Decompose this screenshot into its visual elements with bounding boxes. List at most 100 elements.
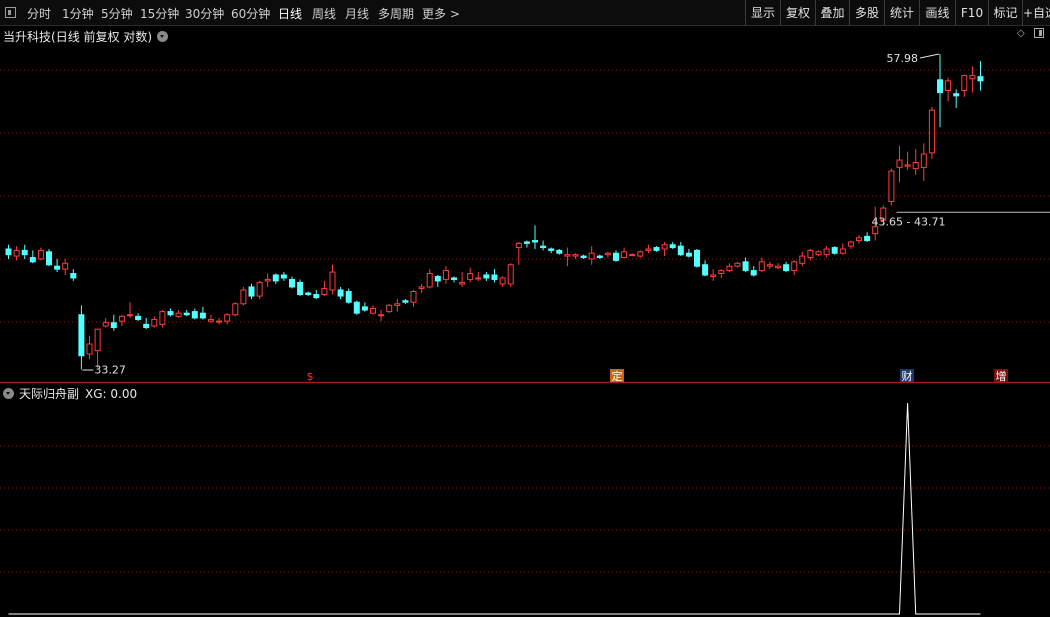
candle-body bbox=[823, 248, 830, 256]
candle-body bbox=[588, 252, 595, 260]
candle-body bbox=[264, 278, 271, 282]
candle-body bbox=[410, 290, 417, 303]
candle-body bbox=[394, 303, 401, 306]
candle-body bbox=[572, 254, 579, 257]
range-label: 43.65 - 43.71 bbox=[872, 215, 946, 228]
candle-body bbox=[86, 343, 93, 355]
candle-body bbox=[669, 244, 676, 249]
candle-body bbox=[386, 304, 393, 313]
candle-body bbox=[70, 273, 77, 279]
candle-body bbox=[523, 241, 530, 244]
candle-body bbox=[807, 249, 814, 259]
candle-body bbox=[29, 257, 36, 263]
candle-body bbox=[305, 292, 312, 296]
candle-body bbox=[118, 315, 125, 322]
candle-body bbox=[426, 273, 433, 288]
indicator-title: 天际归舟副 XG: 0.00 bbox=[3, 385, 137, 402]
candle-body bbox=[54, 265, 61, 270]
candle-body bbox=[896, 159, 903, 168]
candle-body bbox=[953, 93, 960, 97]
candle-body bbox=[702, 264, 709, 276]
candle-body bbox=[321, 287, 328, 296]
candle-body bbox=[969, 75, 976, 80]
candle-body bbox=[613, 252, 619, 261]
indicator-name: 天际归舟副 bbox=[19, 387, 80, 401]
candle-body bbox=[653, 247, 660, 251]
event-marker: $ bbox=[307, 370, 314, 383]
candle-body bbox=[451, 277, 457, 280]
candle-body bbox=[677, 245, 684, 256]
candle-body bbox=[345, 290, 352, 303]
candle-body bbox=[775, 265, 781, 269]
candle-body bbox=[467, 273, 474, 280]
candle-body bbox=[783, 264, 790, 272]
candle-body bbox=[937, 79, 943, 94]
candle-body bbox=[183, 312, 190, 316]
candle-body bbox=[856, 237, 862, 242]
event-marker: 财 bbox=[902, 369, 913, 383]
candle-body bbox=[831, 247, 838, 254]
candle-body bbox=[645, 248, 652, 251]
candle-body bbox=[556, 249, 563, 254]
candle-body bbox=[637, 251, 644, 257]
low-price-label: 33.27 bbox=[94, 364, 126, 377]
candle-body bbox=[5, 248, 12, 256]
candle-body bbox=[596, 255, 603, 259]
candle-body bbox=[110, 322, 117, 329]
candle-body bbox=[361, 306, 368, 311]
candle-body bbox=[37, 249, 44, 260]
candle-body bbox=[62, 262, 69, 270]
candle-body bbox=[459, 281, 466, 285]
candle-body bbox=[742, 261, 749, 272]
candle-body bbox=[888, 170, 895, 203]
candle-body bbox=[272, 274, 279, 282]
candle-body bbox=[78, 314, 85, 357]
candle-body bbox=[21, 249, 28, 256]
candle-body bbox=[232, 303, 239, 316]
candle-body bbox=[13, 249, 20, 257]
candle-body bbox=[515, 242, 522, 249]
candle-body bbox=[815, 251, 822, 256]
candle-body bbox=[256, 281, 263, 297]
candle-body bbox=[102, 322, 109, 327]
candle-body bbox=[734, 262, 741, 267]
candle-body bbox=[961, 75, 968, 91]
candle-body bbox=[127, 314, 133, 317]
candle-body bbox=[540, 245, 547, 249]
indicator-value: XG: 0.00 bbox=[85, 387, 138, 401]
candle-body bbox=[839, 248, 846, 254]
candle-body bbox=[710, 274, 717, 277]
candle-body bbox=[46, 251, 52, 266]
candle-body bbox=[564, 254, 571, 257]
candle-body bbox=[143, 323, 150, 329]
event-marker: 定 bbox=[612, 369, 623, 383]
candle-body bbox=[532, 240, 538, 243]
candle-body bbox=[483, 274, 490, 279]
candle-body bbox=[329, 271, 336, 291]
candle-body bbox=[248, 286, 255, 297]
candle-body bbox=[175, 312, 182, 317]
candle-body bbox=[135, 315, 142, 321]
xg-indicator-line bbox=[8, 402, 981, 615]
candle-body bbox=[750, 270, 757, 276]
candle-body bbox=[289, 278, 295, 288]
candle-body bbox=[475, 277, 482, 280]
chevron-down-icon[interactable] bbox=[3, 388, 14, 399]
candle-body bbox=[240, 289, 247, 305]
event-marker: 增 bbox=[996, 369, 1007, 383]
candle-body bbox=[224, 314, 231, 322]
candle-body bbox=[864, 235, 871, 242]
candle-body bbox=[507, 264, 514, 285]
candle-body bbox=[726, 265, 733, 272]
candle-body bbox=[337, 289, 344, 297]
candle-body bbox=[313, 294, 320, 299]
candle-body bbox=[977, 76, 984, 82]
candle-body bbox=[791, 261, 798, 272]
candle-body bbox=[920, 153, 927, 168]
candle-body bbox=[580, 255, 587, 259]
candle-body bbox=[945, 80, 952, 91]
candle-body bbox=[402, 300, 409, 303]
candle-body bbox=[167, 311, 174, 316]
kline-chart[interactable]: 57.98 33.27 43.65 - 43.71 $ 定 财 增 bbox=[0, 0, 1050, 617]
candle-body bbox=[199, 312, 206, 319]
